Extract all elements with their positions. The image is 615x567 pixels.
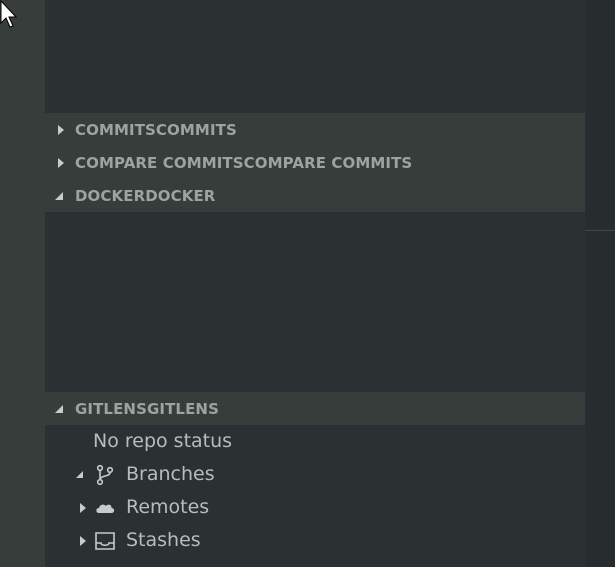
repo-status-text: No repo status	[93, 430, 233, 452]
section-title-gitlens: GITLENSGITLENS	[75, 399, 219, 418]
section-header-gitlens[interactable]: GITLENSGITLENS	[45, 392, 585, 425]
cloud-icon	[96, 504, 115, 513]
section-header-commits[interactable]: COMMITSCOMMITS	[45, 113, 585, 146]
mouse-cursor-icon	[0, 0, 18, 28]
divider	[585, 230, 615, 231]
tree-item-branches[interactable]: Branches	[45, 458, 585, 491]
section-title-commits: COMMITSCOMMITS	[75, 120, 237, 139]
chevron-right-icon	[76, 524, 90, 557]
tree-item-label: Branches	[126, 463, 215, 485]
chevron-down-icon	[55, 179, 75, 212]
inbox-icon	[95, 532, 115, 550]
editor-area-edge	[585, 0, 615, 567]
chevron-right-icon	[76, 491, 90, 524]
tree-item-label: Stashes	[126, 529, 201, 551]
tree-item-label: Remotes	[126, 496, 210, 518]
tree-item-stashes[interactable]: Stashes	[45, 524, 585, 557]
section-title-docker: DOCKERDOCKER	[75, 186, 216, 205]
section-header-docker[interactable]: DOCKERDOCKER	[45, 179, 585, 212]
chevron-right-icon	[55, 146, 75, 179]
tree-item-remotes[interactable]: Remotes	[45, 491, 585, 524]
section-header-compare-commits[interactable]: COMPARE COMMITSCOMPARE COMMITS	[45, 146, 585, 179]
chevron-right-icon	[55, 113, 75, 146]
activity-bar	[0, 0, 45, 567]
chevron-down-icon	[55, 392, 75, 425]
section-title-compare-commits: COMPARE COMMITSCOMPARE COMMITS	[75, 153, 413, 172]
git-branch-icon	[96, 464, 114, 486]
chevron-down-icon	[76, 458, 90, 491]
window: COMMITSCOMMITS COMPARE COMMITSCOMPARE CO…	[0, 0, 615, 567]
